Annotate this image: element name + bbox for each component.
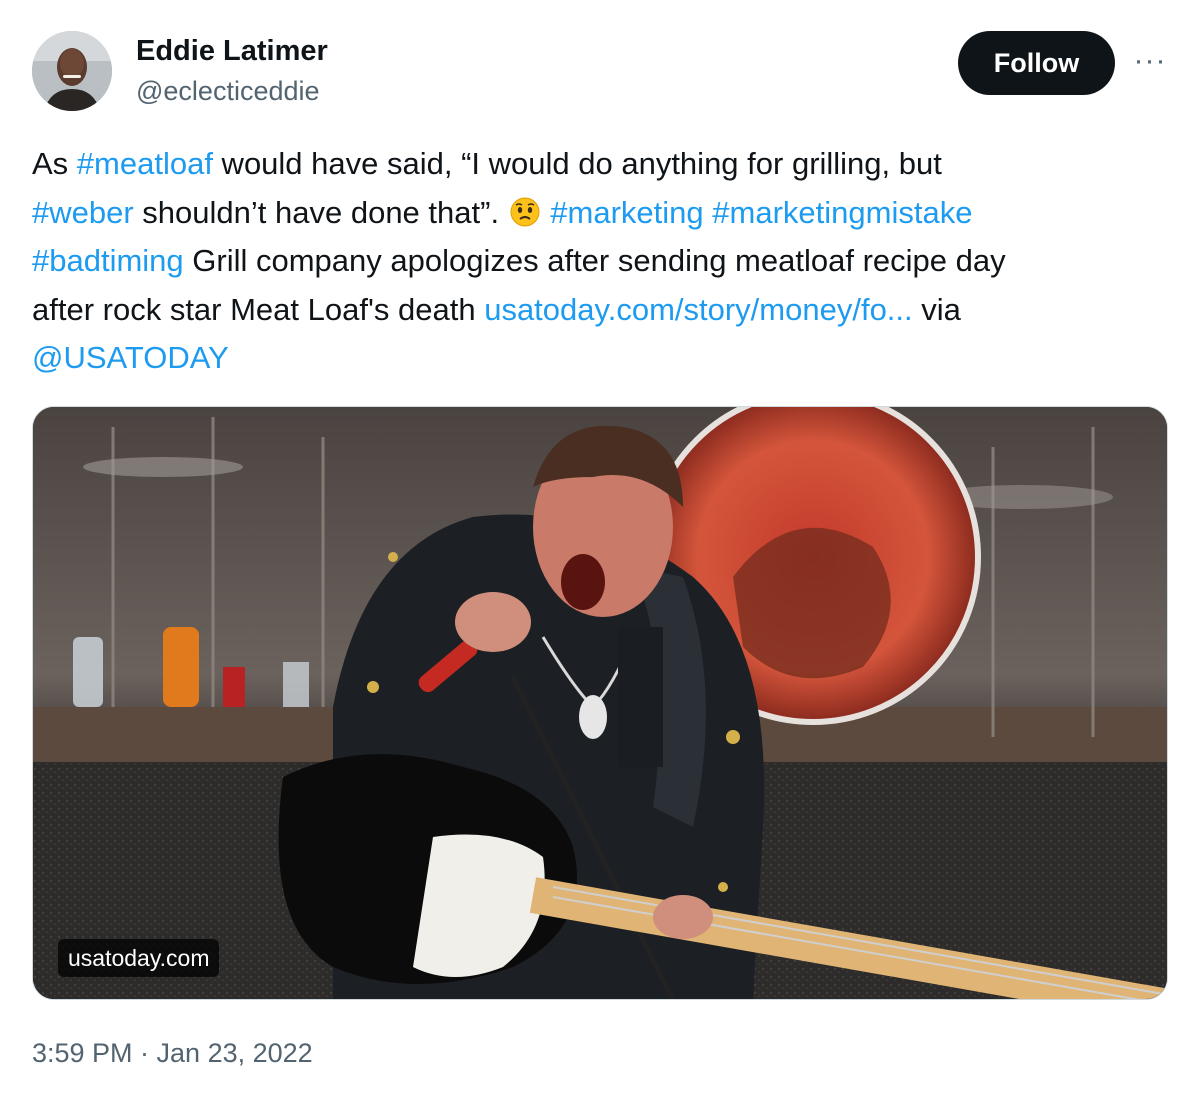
url-link[interactable]: usatoday.com/story/money/fo... <box>484 292 912 327</box>
follow-button[interactable]: Follow <box>958 31 1115 95</box>
hashtag-link[interactable]: #meatloaf <box>77 146 213 181</box>
concert-photo <box>33 407 1167 999</box>
tweet-card: Eddie Latimer @eclecticeddie Follow ··· … <box>0 0 1200 1102</box>
tweet-text-segment: after rock star Meat Loaf's death <box>32 291 485 327</box>
more-options-icon[interactable]: ··· <box>1130 46 1170 82</box>
tweet-text-segment: would have said, “I would do anything fo… <box>212 146 942 181</box>
tweet-text-line: As #meatloaf would have said, “I would d… <box>32 140 1172 189</box>
hashtag-link[interactable]: #weber <box>32 195 134 230</box>
worried-face-icon <box>510 193 540 226</box>
author-display-name[interactable]: Eddie Latimer <box>136 34 328 68</box>
tweet-text-line: after rock star Meat Loaf's death usatod… <box>32 286 1172 335</box>
hashtag-link[interactable]: #marketing <box>550 195 703 230</box>
hashtag-link[interactable]: #badtiming <box>32 243 184 278</box>
tweet-text-line: #weber shouldn’t have done that”. #marke… <box>32 189 1172 238</box>
tweet-media-card[interactable]: usatoday.com <box>32 406 1168 1000</box>
tweet-text-segment: As <box>32 146 77 181</box>
tweet-text-segment: shouldn’t have done that”. <box>133 194 508 230</box>
tweet-text-segment <box>704 195 713 230</box>
tweet-text-segment: via <box>912 291 961 327</box>
tweet-text: As #meatloaf would have said, “I would d… <box>32 140 1172 383</box>
tweet-text-line: #badtiming Grill company apologizes afte… <box>32 237 1172 286</box>
mention-link[interactable]: @USATODAY <box>32 340 229 375</box>
avatar-image <box>32 31 112 111</box>
tweet-text-segment: Grill company apologizes after sending m… <box>183 243 1006 278</box>
tweet-text-line: @USATODAY <box>32 334 1172 383</box>
author-handle[interactable]: @eclecticeddie <box>136 75 320 107</box>
media-source-label: usatoday.com <box>58 939 220 977</box>
user-avatar[interactable] <box>32 31 112 111</box>
tweet-timestamp[interactable]: 3:59 PM · Jan 23, 2022 <box>32 1036 313 1070</box>
tweet-text-segment <box>542 195 551 230</box>
hashtag-link[interactable]: #marketingmistake <box>712 195 972 230</box>
